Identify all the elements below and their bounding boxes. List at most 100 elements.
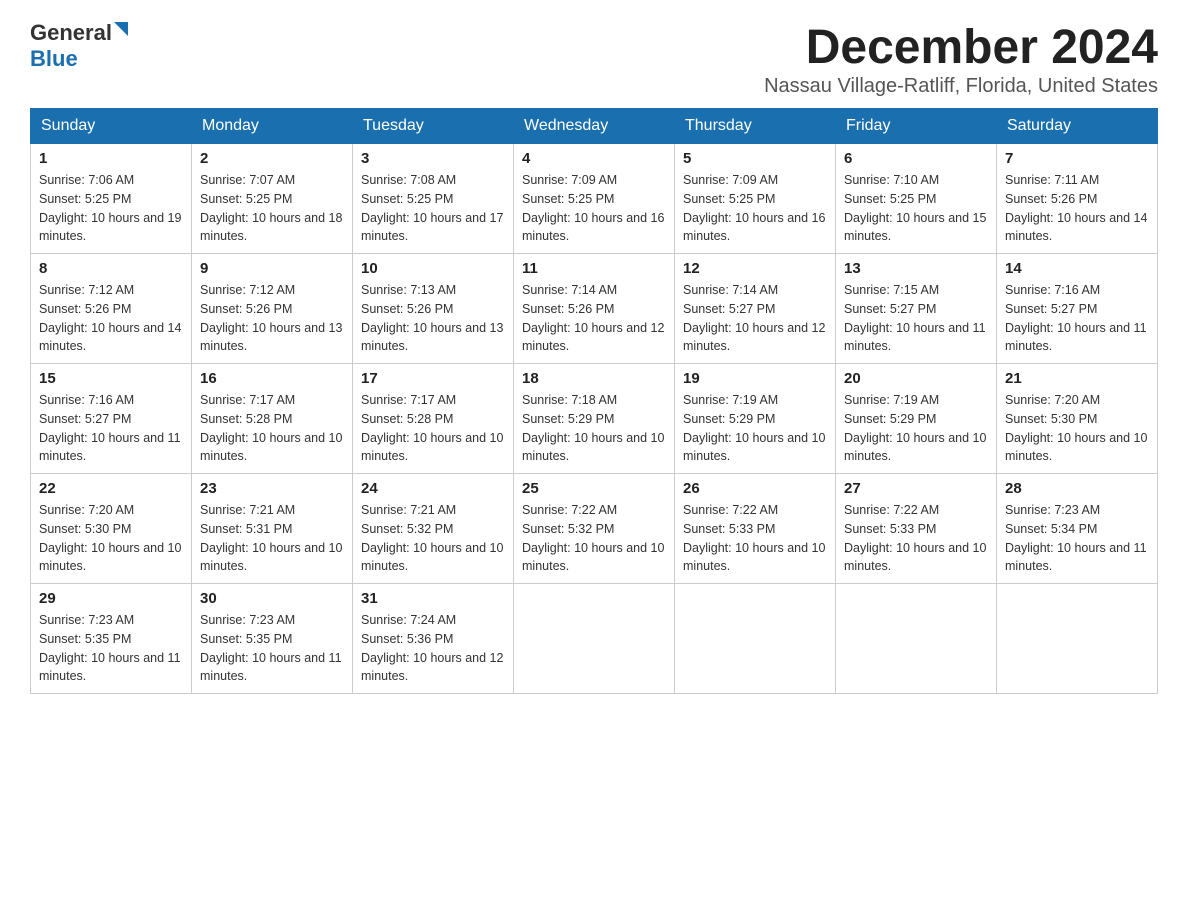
table-cell: 3 Sunrise: 7:08 AMSunset: 5:25 PMDayligh… <box>353 144 514 254</box>
day-number: 26 <box>683 480 827 497</box>
day-info: Sunrise: 7:22 AMSunset: 5:33 PMDaylight:… <box>683 501 827 576</box>
day-info: Sunrise: 7:09 AMSunset: 5:25 PMDaylight:… <box>522 171 666 246</box>
week-row-4: 22 Sunrise: 7:20 AMSunset: 5:30 PMDaylig… <box>31 474 1158 584</box>
table-cell: 31 Sunrise: 7:24 AMSunset: 5:36 PMDaylig… <box>353 584 514 694</box>
table-cell: 23 Sunrise: 7:21 AMSunset: 5:31 PMDaylig… <box>192 474 353 584</box>
table-cell: 1 Sunrise: 7:06 AMSunset: 5:25 PMDayligh… <box>31 144 192 254</box>
table-cell: 8 Sunrise: 7:12 AMSunset: 5:26 PMDayligh… <box>31 254 192 364</box>
day-number: 23 <box>200 480 344 497</box>
day-number: 9 <box>200 260 344 277</box>
day-info: Sunrise: 7:17 AMSunset: 5:28 PMDaylight:… <box>361 391 505 466</box>
day-number: 2 <box>200 150 344 167</box>
calendar-table: Sunday Monday Tuesday Wednesday Thursday… <box>30 108 1158 694</box>
day-info: Sunrise: 7:06 AMSunset: 5:25 PMDaylight:… <box>39 171 183 246</box>
day-info: Sunrise: 7:08 AMSunset: 5:25 PMDaylight:… <box>361 171 505 246</box>
table-cell: 30 Sunrise: 7:23 AMSunset: 5:35 PMDaylig… <box>192 584 353 694</box>
day-number: 3 <box>361 150 505 167</box>
day-info: Sunrise: 7:23 AMSunset: 5:35 PMDaylight:… <box>200 611 344 686</box>
day-info: Sunrise: 7:24 AMSunset: 5:36 PMDaylight:… <box>361 611 505 686</box>
day-number: 10 <box>361 260 505 277</box>
day-info: Sunrise: 7:20 AMSunset: 5:30 PMDaylight:… <box>1005 391 1149 466</box>
table-cell: 6 Sunrise: 7:10 AMSunset: 5:25 PMDayligh… <box>836 144 997 254</box>
table-cell: 20 Sunrise: 7:19 AMSunset: 5:29 PMDaylig… <box>836 364 997 474</box>
table-cell <box>997 584 1158 694</box>
week-row-1: 1 Sunrise: 7:06 AMSunset: 5:25 PMDayligh… <box>31 144 1158 254</box>
day-number: 5 <box>683 150 827 167</box>
day-number: 25 <box>522 480 666 497</box>
day-number: 12 <box>683 260 827 277</box>
day-number: 14 <box>1005 260 1149 277</box>
day-info: Sunrise: 7:13 AMSunset: 5:26 PMDaylight:… <box>361 281 505 356</box>
table-cell: 25 Sunrise: 7:22 AMSunset: 5:32 PMDaylig… <box>514 474 675 584</box>
table-cell: 24 Sunrise: 7:21 AMSunset: 5:32 PMDaylig… <box>353 474 514 584</box>
day-number: 29 <box>39 590 183 607</box>
title-area: December 2024 Nassau Village-Ratliff, Fl… <box>764 20 1158 98</box>
day-number: 16 <box>200 370 344 387</box>
week-row-2: 8 Sunrise: 7:12 AMSunset: 5:26 PMDayligh… <box>31 254 1158 364</box>
day-info: Sunrise: 7:07 AMSunset: 5:25 PMDaylight:… <box>200 171 344 246</box>
day-info: Sunrise: 7:22 AMSunset: 5:33 PMDaylight:… <box>844 501 988 576</box>
day-info: Sunrise: 7:23 AMSunset: 5:34 PMDaylight:… <box>1005 501 1149 576</box>
header-friday: Friday <box>836 109 997 144</box>
header-saturday: Saturday <box>997 109 1158 144</box>
week-row-5: 29 Sunrise: 7:23 AMSunset: 5:35 PMDaylig… <box>31 584 1158 694</box>
day-info: Sunrise: 7:17 AMSunset: 5:28 PMDaylight:… <box>200 391 344 466</box>
table-cell: 19 Sunrise: 7:19 AMSunset: 5:29 PMDaylig… <box>675 364 836 474</box>
table-cell: 27 Sunrise: 7:22 AMSunset: 5:33 PMDaylig… <box>836 474 997 584</box>
day-number: 15 <box>39 370 183 387</box>
table-cell: 16 Sunrise: 7:17 AMSunset: 5:28 PMDaylig… <box>192 364 353 474</box>
day-info: Sunrise: 7:14 AMSunset: 5:27 PMDaylight:… <box>683 281 827 356</box>
table-cell: 2 Sunrise: 7:07 AMSunset: 5:25 PMDayligh… <box>192 144 353 254</box>
day-info: Sunrise: 7:19 AMSunset: 5:29 PMDaylight:… <box>844 391 988 466</box>
day-number: 11 <box>522 260 666 277</box>
day-info: Sunrise: 7:12 AMSunset: 5:26 PMDaylight:… <box>200 281 344 356</box>
logo-blue-text: Blue <box>30 46 78 71</box>
header-monday: Monday <box>192 109 353 144</box>
header-thursday: Thursday <box>675 109 836 144</box>
day-info: Sunrise: 7:11 AMSunset: 5:26 PMDaylight:… <box>1005 171 1149 246</box>
header-sunday: Sunday <box>31 109 192 144</box>
day-info: Sunrise: 7:20 AMSunset: 5:30 PMDaylight:… <box>39 501 183 576</box>
day-number: 8 <box>39 260 183 277</box>
page-header: General Blue December 2024 Nassau Villag… <box>30 20 1158 98</box>
day-number: 30 <box>200 590 344 607</box>
calendar-header-row: Sunday Monday Tuesday Wednesday Thursday… <box>31 109 1158 144</box>
table-cell: 13 Sunrise: 7:15 AMSunset: 5:27 PMDaylig… <box>836 254 997 364</box>
day-number: 17 <box>361 370 505 387</box>
day-info: Sunrise: 7:23 AMSunset: 5:35 PMDaylight:… <box>39 611 183 686</box>
day-info: Sunrise: 7:21 AMSunset: 5:31 PMDaylight:… <box>200 501 344 576</box>
logo-general-text: General <box>30 20 112 46</box>
week-row-3: 15 Sunrise: 7:16 AMSunset: 5:27 PMDaylig… <box>31 364 1158 474</box>
day-number: 1 <box>39 150 183 167</box>
table-cell: 28 Sunrise: 7:23 AMSunset: 5:34 PMDaylig… <box>997 474 1158 584</box>
table-cell: 21 Sunrise: 7:20 AMSunset: 5:30 PMDaylig… <box>997 364 1158 474</box>
table-cell: 22 Sunrise: 7:20 AMSunset: 5:30 PMDaylig… <box>31 474 192 584</box>
day-info: Sunrise: 7:16 AMSunset: 5:27 PMDaylight:… <box>39 391 183 466</box>
header-tuesday: Tuesday <box>353 109 514 144</box>
table-cell: 12 Sunrise: 7:14 AMSunset: 5:27 PMDaylig… <box>675 254 836 364</box>
day-number: 31 <box>361 590 505 607</box>
table-cell: 5 Sunrise: 7:09 AMSunset: 5:25 PMDayligh… <box>675 144 836 254</box>
table-cell: 18 Sunrise: 7:18 AMSunset: 5:29 PMDaylig… <box>514 364 675 474</box>
day-info: Sunrise: 7:21 AMSunset: 5:32 PMDaylight:… <box>361 501 505 576</box>
table-cell: 4 Sunrise: 7:09 AMSunset: 5:25 PMDayligh… <box>514 144 675 254</box>
day-number: 21 <box>1005 370 1149 387</box>
month-title: December 2024 <box>764 20 1158 75</box>
day-number: 7 <box>1005 150 1149 167</box>
day-number: 19 <box>683 370 827 387</box>
table-cell: 26 Sunrise: 7:22 AMSunset: 5:33 PMDaylig… <box>675 474 836 584</box>
day-info: Sunrise: 7:19 AMSunset: 5:29 PMDaylight:… <box>683 391 827 466</box>
day-number: 13 <box>844 260 988 277</box>
day-number: 4 <box>522 150 666 167</box>
day-number: 18 <box>522 370 666 387</box>
day-number: 6 <box>844 150 988 167</box>
location-subtitle: Nassau Village-Ratliff, Florida, United … <box>764 75 1158 98</box>
logo-arrow-icon <box>114 22 132 45</box>
table-cell: 29 Sunrise: 7:23 AMSunset: 5:35 PMDaylig… <box>31 584 192 694</box>
table-cell <box>836 584 997 694</box>
table-cell: 10 Sunrise: 7:13 AMSunset: 5:26 PMDaylig… <box>353 254 514 364</box>
day-number: 28 <box>1005 480 1149 497</box>
day-info: Sunrise: 7:18 AMSunset: 5:29 PMDaylight:… <box>522 391 666 466</box>
day-number: 22 <box>39 480 183 497</box>
table-cell: 11 Sunrise: 7:14 AMSunset: 5:26 PMDaylig… <box>514 254 675 364</box>
